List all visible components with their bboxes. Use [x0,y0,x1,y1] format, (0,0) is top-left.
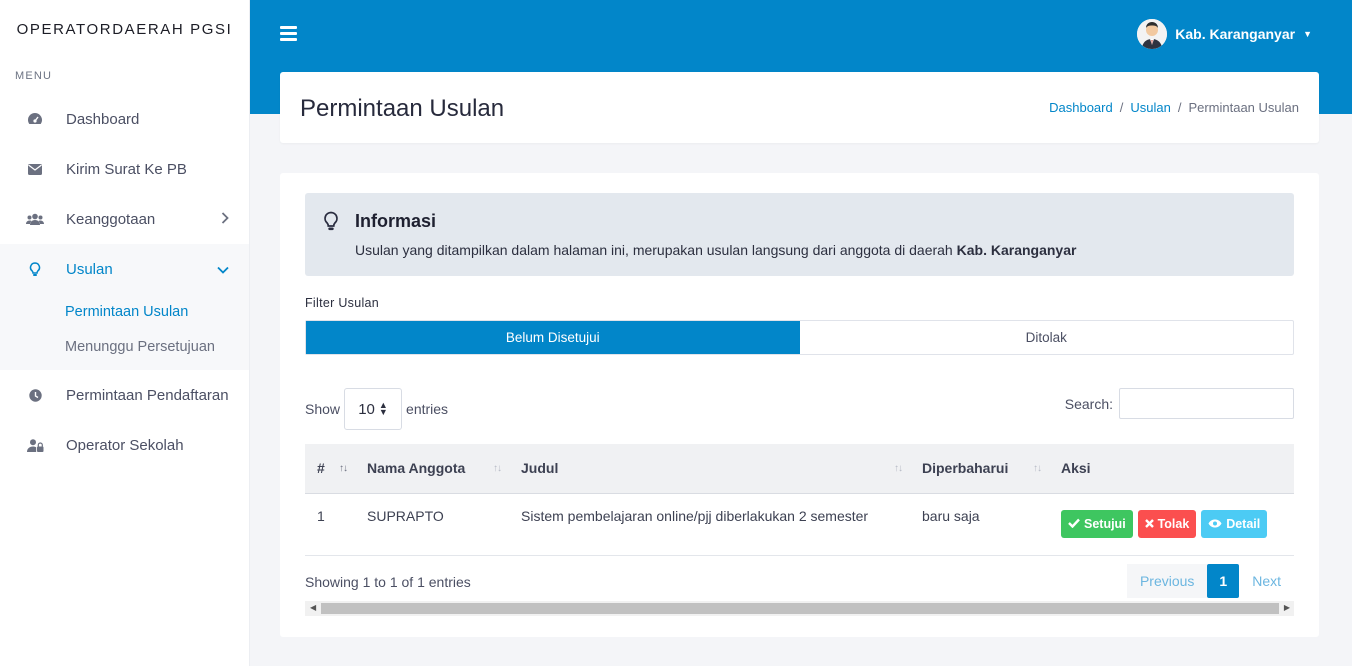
eye-icon [1208,517,1222,531]
breadcrumb-separator: / [1177,100,1182,115]
search-input[interactable] [1119,388,1294,419]
page-title: Permintaan Usulan [300,95,505,122]
search-label: Search: [1064,395,1113,412]
envelope-icon [26,161,44,177]
setujui-button[interactable]: Setujui [1061,509,1133,538]
usulan-table: # ↑↓ Nama Anggota ↑↓ Judul ↑↓ Diperbaharui ↑… [305,444,1294,556]
entries-select-value: 10 [358,400,375,418]
info-alert: Informasi Usulan yang ditampilkan dalam … [305,193,1294,276]
sidebar-item-keanggotaan[interactable]: Keanggotaan [0,194,249,244]
sort-icon: ↑↓ [339,463,348,474]
cell-diperbaharui: baru saja [922,507,980,524]
filter-tabs: Belum Disetujui Ditolak [305,320,1294,355]
table-header-row: # ↑↓ Nama Anggota ↑↓ Judul ↑↓ Diperbaharui ↑… [305,444,1294,494]
entries-select[interactable]: 10 ▲ ▼ [344,388,403,430]
table-row: 1 SUPRAPTO Sistem pembelajaran online/pj… [305,493,1294,555]
sidebar-item-label: Operator Sekolah [66,436,184,454]
avatar [1137,19,1168,49]
clock-icon [26,387,44,403]
breadcrumb-current: Permintaan Usulan [1188,100,1299,115]
pagination-page-1[interactable]: 1 [1207,564,1240,598]
sidebar-item-label: Usulan [66,260,113,278]
scroll-right-icon[interactable]: ▶ [1284,603,1290,612]
search-control: Search: [1065,388,1294,419]
sidebar-item-permintaan-pendaftaran[interactable]: Permintaan Pendaftaran [0,370,249,420]
user-menu[interactable]: Kab. Karanganyar ▼ [1137,19,1312,49]
scroll-left-icon[interactable]: ◀ [310,603,316,612]
sort-icon: ↑↓ [493,463,502,474]
dashboard-icon [26,111,44,127]
check-icon [1068,517,1080,531]
usulan-submenu: Permintaan Usulan Menunggu Persetujuan [0,294,249,370]
hamburger-menu-icon[interactable] [280,26,297,42]
show-label: Show [305,401,341,417]
tolak-button[interactable]: Tolak [1137,509,1197,538]
sidebar-item-operator-sekolah[interactable]: Operator Sekolah [0,420,249,470]
breadcrumb: Dashboard / Usulan / Permintaan Usulan [1049,100,1299,115]
horizontal-scrollbar[interactable]: ◀ ▶ [305,601,1294,616]
info-text-body: Usulan yang ditampilkan dalam halaman in… [355,242,957,258]
main-card: Informasi Usulan yang ditampilkan dalam … [280,173,1319,637]
tab-belum-disetujui[interactable]: Belum Disetujui [306,321,800,354]
brand-logo-text[interactable]: OPERATORDAERAH PGSI [0,0,249,58]
cell-no: 1 [317,507,325,524]
info-text: Usulan yang ditampilkan dalam halaman in… [355,242,1076,258]
table-info: Showing 1 to 1 of 1 entries [305,574,471,590]
sidebar-item-dashboard[interactable]: Dashboard [0,94,249,144]
cell-aksi: Setujui Tolak Detail [1049,493,1294,555]
sort-icon: ↑↓ [1033,463,1042,474]
sidebar-item-label: Keanggotaan [66,210,156,228]
sidebar-item-label: Kirim Surat Ke PB [66,160,187,178]
sort-updown-icon: ▲ ▼ [378,400,388,417]
user-name: Kab. Karanganyar [1175,26,1296,42]
sidebar: OPERATORDAERAH PGSI MENU Dashboard Kirim… [0,0,250,666]
info-region: Kab. Karanganyar [956,242,1077,258]
column-header-aksi: Aksi [1049,444,1294,494]
pagination-next[interactable]: Next [1239,564,1294,598]
entries-label: entries [406,401,449,417]
user-lock-icon [26,437,44,453]
filter-label: Filter Usulan [305,296,380,310]
scrollbar-thumb[interactable] [321,603,1279,614]
sidebar-item-label: Permintaan Pendaftaran [66,386,229,404]
caret-down-icon: ▼ [1303,29,1312,39]
sidebar-item-label: Dashboard [66,110,140,128]
breadcrumb-separator: / [1119,100,1124,115]
chevron-right-icon [221,211,229,228]
chevron-down-icon [217,261,229,278]
sort-icon: ↑↓ [894,463,903,474]
users-icon [26,211,44,227]
breadcrumb-dashboard[interactable]: Dashboard [1049,100,1113,115]
lightbulb-icon [323,211,339,235]
column-header-nama[interactable]: Nama Anggota ↑↓ [355,444,509,494]
cell-nama: SUPRAPTO [367,507,444,524]
pagination-previous[interactable]: Previous [1126,564,1208,598]
column-header-diperbaharui[interactable]: Diperbaharui ↑↓ [910,444,1049,494]
tab-ditolak[interactable]: Ditolak [800,321,1294,354]
column-header-judul[interactable]: Judul ↑↓ [509,444,910,494]
detail-button[interactable]: Detail [1201,509,1268,538]
column-header-no[interactable]: # ↑↓ [305,444,355,494]
page-header: Permintaan Usulan Dashboard / Usulan / P… [280,72,1319,143]
sidebar-subitem-menunggu-persetujuan[interactable]: Menunggu Persetujuan [0,329,249,364]
menu-header: MENU [15,70,53,82]
sidebar-item-usulan[interactable]: Usulan [0,244,249,294]
lightbulb-icon [26,261,44,277]
sidebar-item-kirim-surat[interactable]: Kirim Surat Ke PB [0,144,249,194]
breadcrumb-usulan[interactable]: Usulan [1130,100,1170,115]
entries-length-control: Show 10 ▲ ▼ entries [305,388,448,430]
info-title: Informasi [355,211,437,231]
close-icon [1144,517,1154,531]
pagination: Previous 1 Next [1126,564,1294,598]
sidebar-subitem-permintaan-usulan[interactable]: Permintaan Usulan [0,294,249,329]
cell-judul: Sistem pembelajaran online/pjj diberlaku… [521,507,869,524]
